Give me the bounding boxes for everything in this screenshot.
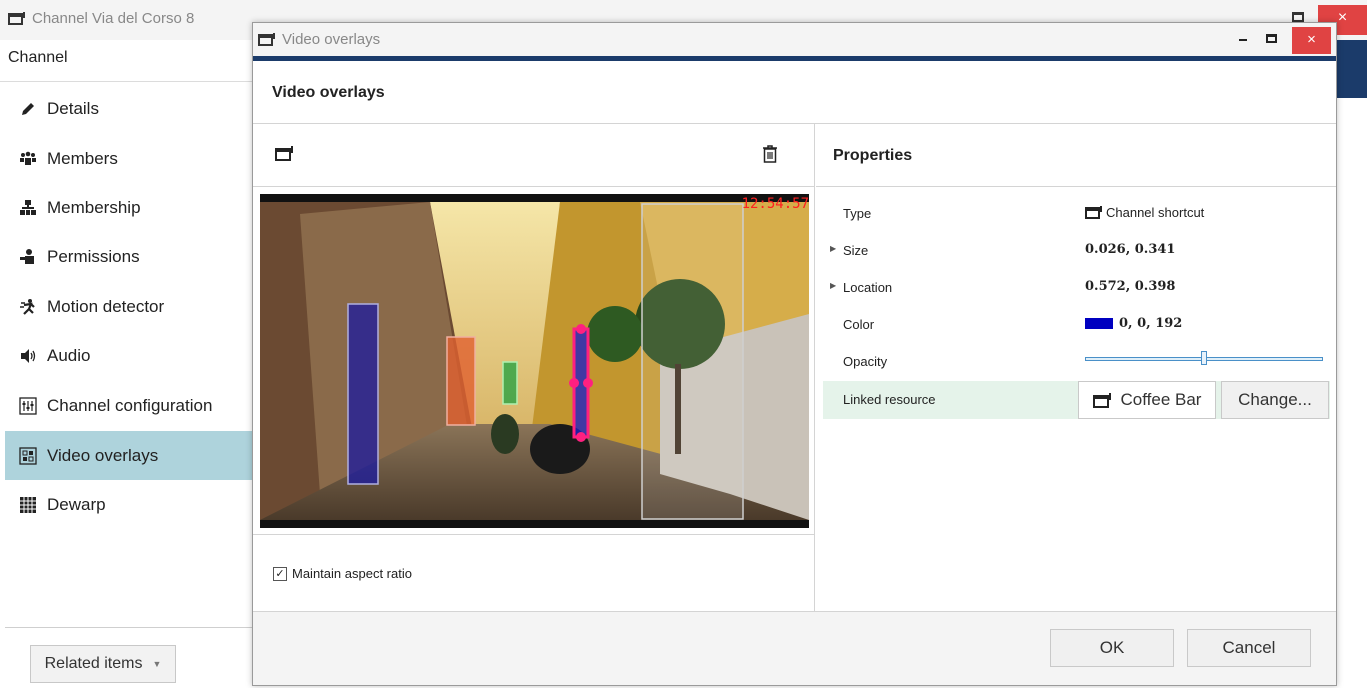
channel-config-icon: [18, 396, 38, 416]
property-row-opacity: Opacity: [823, 343, 1330, 380]
pencil-icon: [18, 99, 38, 119]
delete-overlay-button[interactable]: [761, 144, 779, 170]
members-icon: [18, 149, 38, 169]
close-button[interactable]: ×: [1292, 27, 1331, 54]
sidebar-item-members[interactable]: Members: [5, 134, 252, 183]
background-accent-strip: [1336, 40, 1367, 98]
property-row-size[interactable]: ▶ Size 0.026, 0.341: [823, 232, 1330, 269]
dialog-titlebar: [253, 23, 1336, 56]
sidebar-item-membership[interactable]: Membership: [5, 183, 252, 232]
properties-divider: [816, 186, 1336, 187]
linked-resource-button[interactable]: Coffee Bar: [1078, 381, 1216, 419]
property-label: Size: [843, 243, 869, 258]
video-timestamp: 12:54:57: [741, 196, 809, 212]
add-channel-shortcut-button[interactable]: [275, 145, 295, 167]
membership-icon: [18, 198, 38, 218]
sidebar-item-label: Motion detector: [47, 296, 165, 316]
video-overlays-dialog: Video overlays × Video overlays 12:54:57…: [252, 22, 1337, 686]
motion-icon: [18, 297, 38, 317]
maintain-aspect-ratio-label: Maintain aspect ratio: [292, 566, 412, 581]
property-label: Type: [843, 206, 872, 221]
maintain-aspect-ratio-checkbox[interactable]: ✓ Maintain aspect ratio: [273, 566, 412, 581]
channel-shortcut-icon: [1092, 392, 1111, 408]
toolbar-divider: [253, 186, 814, 187]
color-value[interactable]: 0, 0, 192: [1085, 316, 1182, 331]
property-row-location[interactable]: ▶ Location 0.572, 0.398: [823, 269, 1330, 306]
properties-title: Properties: [833, 147, 913, 164]
channel-icon: [8, 12, 25, 25]
expand-arrow-icon[interactable]: ▶: [830, 281, 836, 290]
size-value[interactable]: 0.026, 0.341: [1085, 242, 1175, 257]
speaker-icon: [18, 346, 38, 366]
sidebar-item-permissions[interactable]: Permissions: [5, 232, 252, 281]
channel-shortcut-icon: [275, 146, 293, 161]
related-items-button[interactable]: Related items ▼: [30, 645, 176, 683]
color-value-text: 0, 0, 192: [1119, 316, 1183, 331]
sidebar-item-label: Permissions: [47, 246, 140, 266]
dialog-accent-bar: [253, 56, 1336, 61]
sidebar-item-label: Video overlays: [47, 445, 159, 465]
sidebar-item-label: Membership: [47, 197, 141, 217]
minimize-button[interactable]: [1239, 39, 1247, 41]
cancel-button[interactable]: Cancel: [1187, 629, 1311, 667]
opacity-slider-thumb[interactable]: [1201, 351, 1207, 365]
sidebar-item-label: Channel configuration: [47, 395, 213, 415]
type-value-text: Channel shortcut: [1106, 205, 1205, 220]
type-value: Channel shortcut: [1085, 205, 1204, 220]
property-label: Linked resource: [843, 392, 936, 407]
dialog-title-text: Video overlays: [282, 31, 381, 48]
property-row-type: Type Channel shortcut: [823, 195, 1330, 232]
sidebar-item-dewarp[interactable]: Dewarp: [5, 480, 252, 529]
sidebar-item-label: Audio: [47, 345, 91, 365]
related-items-label: Related items: [44, 655, 143, 672]
sidebar-item-label: Dewarp: [47, 494, 106, 514]
video-overlays-icon: [18, 446, 38, 466]
checkbox-check: ✓: [273, 566, 287, 581]
channel-icon: [258, 33, 275, 46]
background-window-title: Channel Via del Corso 8: [8, 10, 194, 27]
chevron-down-icon: ▼: [152, 659, 162, 669]
sidebar-item-details[interactable]: Details: [5, 84, 252, 133]
maximize-button[interactable]: [1266, 34, 1277, 43]
video-preview[interactable]: 12:54:57: [260, 194, 809, 528]
trash-icon: [763, 145, 777, 163]
permissions-icon: [18, 247, 38, 267]
ok-button[interactable]: OK: [1050, 629, 1174, 667]
sidebar-divider: [5, 627, 252, 628]
channel-header-label: Channel: [8, 49, 68, 66]
overlay-editor-pane: 12:54:57 ✓ Maintain aspect ratio: [253, 124, 815, 611]
sidebar-item-video-overlays[interactable]: Video overlays: [5, 431, 252, 480]
color-swatch[interactable]: [1085, 318, 1113, 329]
sidebar-item-motion-detector[interactable]: Motion detector: [5, 282, 252, 331]
sidebar-item-label: Members: [47, 148, 118, 168]
sidebar-item-audio[interactable]: Audio: [5, 331, 252, 380]
property-label: Color: [843, 317, 875, 332]
preview-divider: [253, 534, 814, 535]
background-maximize-button[interactable]: [1292, 12, 1304, 22]
dialog-title: Video overlays: [258, 31, 380, 48]
expand-arrow-icon[interactable]: ▶: [830, 244, 836, 253]
change-button[interactable]: Change...: [1221, 381, 1329, 419]
dewarp-icon: [18, 495, 38, 515]
video-frame: [260, 194, 809, 528]
property-row-color[interactable]: Color 0, 0, 192: [823, 306, 1330, 343]
linked-resource-value: Coffee Bar: [1120, 390, 1202, 409]
sidebar-item-label: Details: [47, 98, 99, 118]
background-window-title-text: Channel Via del Corso 8: [32, 10, 195, 27]
page-title: Video overlays: [272, 84, 385, 101]
channel-shortcut-icon: [1085, 206, 1102, 219]
property-label: Opacity: [843, 354, 888, 369]
sidebar-item-channel-configuration[interactable]: Channel configuration: [5, 381, 252, 430]
property-label: Location: [843, 280, 893, 295]
location-value[interactable]: 0.572, 0.398: [1085, 279, 1175, 294]
